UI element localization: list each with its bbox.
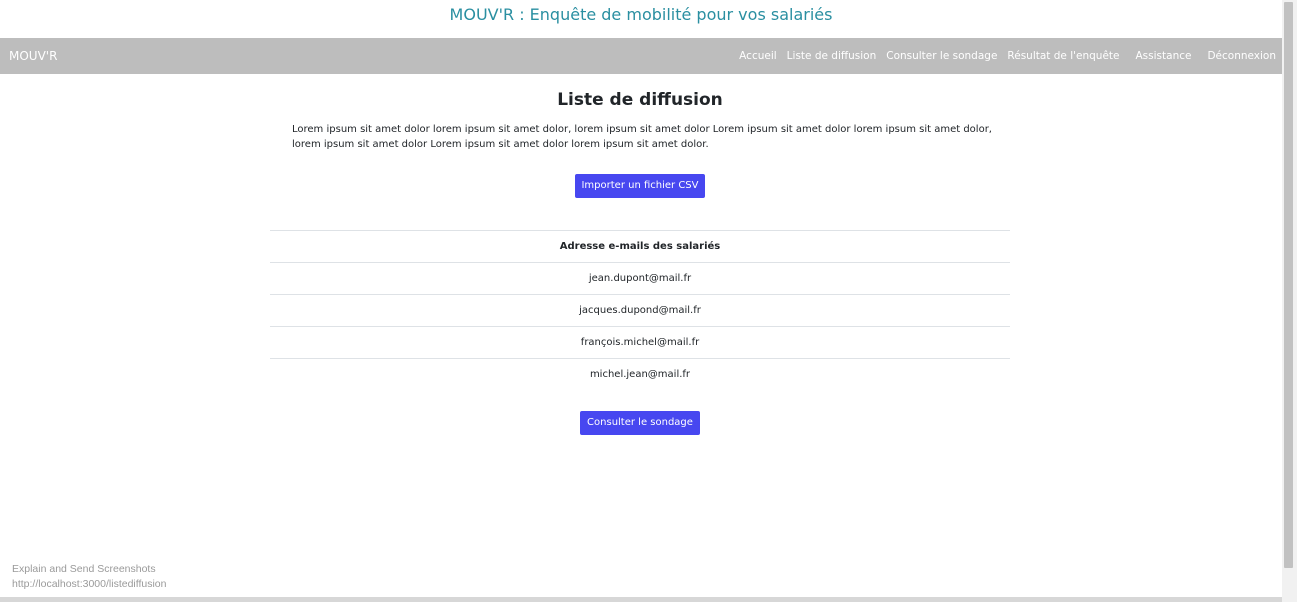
nav-link-resultat-enquete[interactable]: Résultat de l'enquête (1007, 50, 1119, 62)
table-row: françois.michel@mail.fr (270, 326, 1010, 358)
intro-text: Lorem ipsum sit amet dolor lorem ipsum s… (292, 124, 992, 150)
site-title: MOUV'R : Enquête de mobilité pour vos sa… (449, 5, 833, 24)
overlay-url: http://localhost:3000/listediffusion (12, 578, 167, 590)
scrollbar-thumb[interactable] (1284, 2, 1293, 568)
page: MOUV'R : Enquête de mobilité pour vos sa… (0, 0, 1297, 602)
email-table: Adresse e-mails des salariés jean.dupont… (270, 230, 1010, 390)
import-csv-button[interactable]: Importer un fichier CSV (575, 174, 705, 198)
nav-link-consulter-le-sondage[interactable]: Consulter le sondage (886, 50, 997, 62)
navbar: MOUV'R Accueil Liste de diffusion Consul… (0, 38, 1282, 74)
table-row: michel.jean@mail.fr (270, 358, 1010, 390)
footer-strip (0, 597, 1282, 602)
nav-link-liste-de-diffusion[interactable]: Liste de diffusion (787, 50, 877, 62)
table-row: jean.dupont@mail.fr (270, 262, 1010, 294)
consult-survey-button[interactable]: Consulter le sondage (580, 411, 700, 435)
page-title: Liste de diffusion (557, 90, 723, 110)
screenshot-overlay: Explain and Send Screenshots http://loca… (12, 562, 167, 592)
table-row: jacques.dupond@mail.fr (270, 294, 1010, 326)
overlay-title: Explain and Send Screenshots (12, 563, 156, 575)
vertical-scrollbar[interactable] (1282, 0, 1297, 602)
table-header: Adresse e-mails des salariés (270, 230, 1010, 262)
navbar-brand[interactable]: MOUV'R (9, 38, 57, 74)
nav-link-accueil[interactable]: Accueil (739, 50, 777, 62)
nav-link-deconnexion[interactable]: Déconnexion (1207, 50, 1276, 62)
nav-link-assistance[interactable]: Assistance (1136, 50, 1192, 62)
nav-links: Accueil Liste de diffusion Consulter le … (729, 38, 1276, 74)
